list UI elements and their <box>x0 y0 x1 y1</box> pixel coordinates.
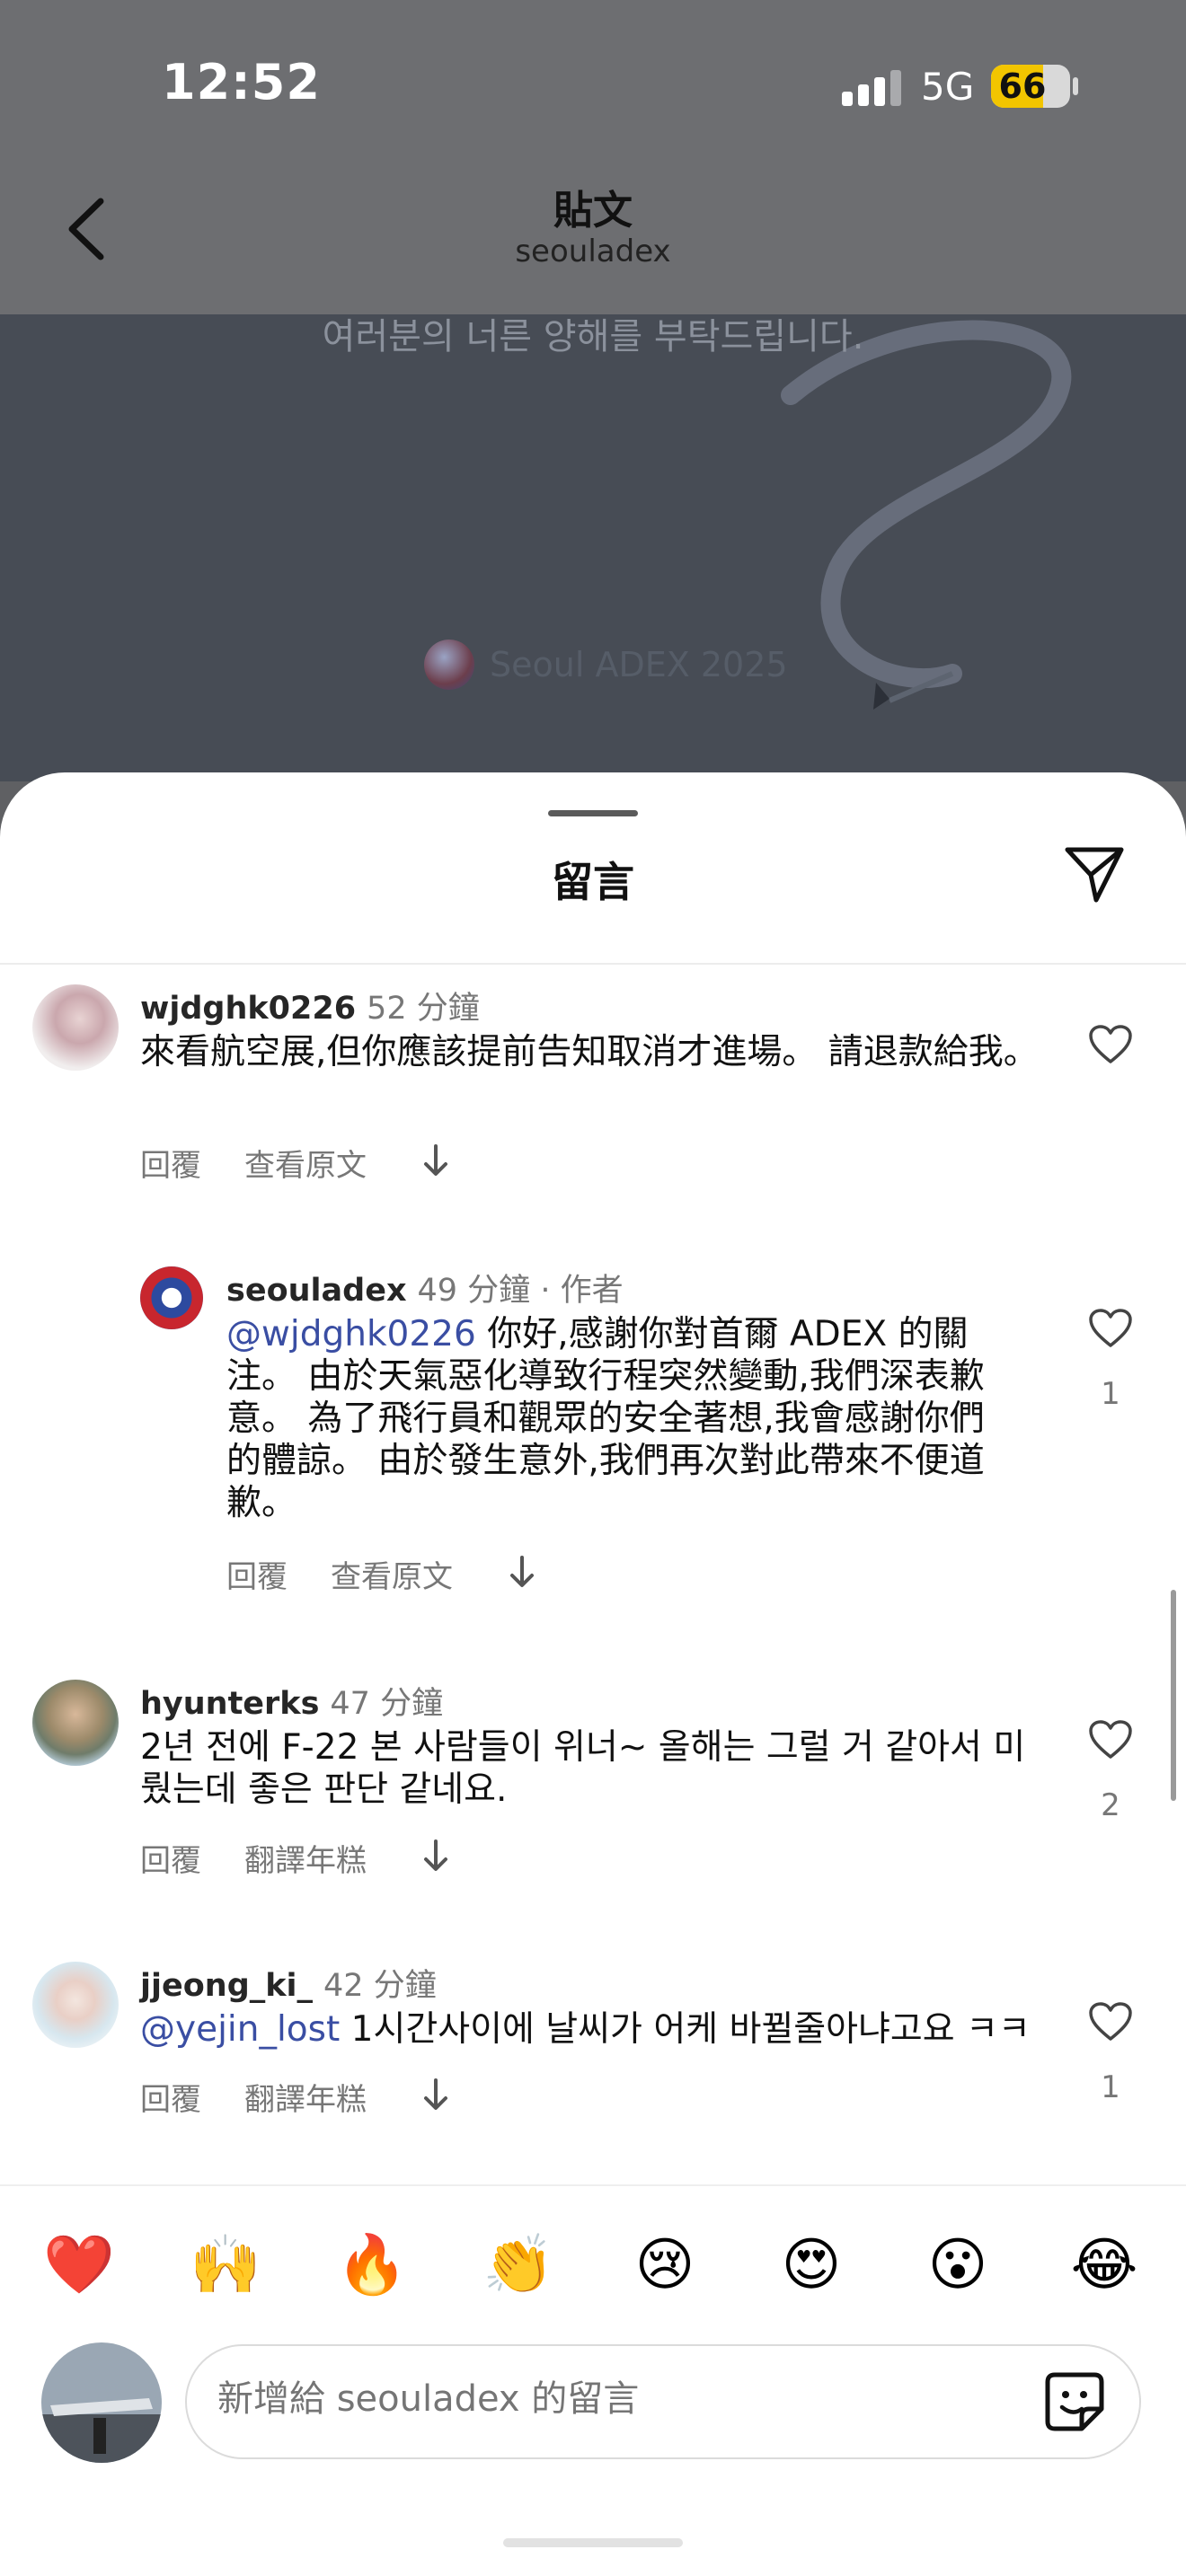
comment-header: jjeong_ki_ 42 分鐘 <box>140 1960 437 2006</box>
emoji-crying-button[interactable]: 😢 <box>629 2229 701 2301</box>
comment-text: @yejin_lost 1시간사이에 날씨가 어케 바뀔줄아냐고요 ㅋㅋ <box>140 2008 1039 2051</box>
like-heart-icon[interactable] <box>1088 1024 1133 1065</box>
reply-button[interactable]: 回覆 <box>140 2082 201 2118</box>
comment-body: 1시간사이에 날씨가 어케 바뀔줄아냐고요 ㅋㅋ <box>340 2009 1031 2050</box>
arrow-down-icon[interactable] <box>420 2077 451 2113</box>
comment-actions: 回覆 查看原文 <box>140 1141 410 1185</box>
emoji-heart-button[interactable]: ❤️ <box>43 2229 115 2301</box>
avatar-image <box>41 2342 162 2463</box>
author-tag: · 作者 <box>530 1273 624 1309</box>
current-user-avatar <box>41 2342 162 2463</box>
comment-actions: 回覆 查看原文 <box>226 1552 496 1596</box>
comment-username[interactable]: seouladex <box>226 1273 407 1309</box>
share-icon[interactable] <box>1062 842 1127 907</box>
like-count: 2 <box>1101 1787 1120 1823</box>
comment-time: 47 分鐘 <box>330 1686 444 1722</box>
mention-link[interactable]: @yejin_lost <box>140 2009 340 2050</box>
comment-body: 來看航空展,但你應該提前告知取消才進場。 請退款給我。 <box>140 1032 1039 1072</box>
smoke-trail-graphic <box>781 320 1072 710</box>
arrow-down-icon[interactable] <box>420 1142 451 1178</box>
translate-button[interactable]: 查看原文 <box>244 1148 367 1184</box>
page-title: 貼文 <box>553 188 633 234</box>
translate-button[interactable]: 翻譯年糕 <box>244 2082 367 2118</box>
page-subtitle: seouladex <box>515 234 671 269</box>
comment-header: seouladex 49 分鐘 · 作者 <box>226 1265 624 1310</box>
comment-text: @wjdghk0226 你好,感謝你對首爾 ADEX 的關注。 由於天氣惡化導致… <box>226 1313 1017 1524</box>
scrollbar[interactable] <box>1171 1590 1176 1801</box>
home-indicator[interactable] <box>503 2538 683 2547</box>
comment-text: 2년 전에 F-22 본 사람들이 위너~ 올해는 그럴 거 같아서 미뤘는데 … <box>140 1726 1039 1811</box>
emoji-fire-button[interactable]: 🔥 <box>336 2229 408 2301</box>
comment-time: 49 分鐘 <box>417 1273 531 1309</box>
emoji-laughing-button[interactable]: 😂 <box>1068 2229 1140 2301</box>
comment-username[interactable]: hyunterks <box>140 1686 319 1722</box>
reply-button[interactable]: 回覆 <box>226 1559 288 1595</box>
comment-time: 42 分鐘 <box>323 1968 437 2004</box>
mention-link[interactable]: @wjdghk0226 <box>226 1314 476 1354</box>
comment-body: 2년 전에 F-22 본 사람들이 위너~ 올해는 그럴 거 같아서 미뤘는데 … <box>140 1727 1026 1810</box>
comment-actions: 回覆 翻譯年糕 <box>140 1836 410 1880</box>
sticker-icon[interactable] <box>1042 2369 1107 2434</box>
arrow-down-icon[interactable] <box>420 1838 451 1874</box>
avatar[interactable] <box>32 984 119 1071</box>
emoji-clap-button[interactable]: 👏 <box>482 2229 554 2301</box>
post-image <box>0 314 1186 781</box>
network-type: 5G <box>921 65 975 109</box>
adex-logo <box>424 640 474 690</box>
translate-button[interactable]: 翻譯年糕 <box>244 1843 367 1879</box>
status-time: 12:52 <box>162 54 321 110</box>
emoji-surprised-button[interactable]: 😮 <box>922 2229 994 2301</box>
image-caption: 여러분의 너른 양해를 부탁드립니다. <box>322 316 864 357</box>
comment-username[interactable]: jjeong_ki_ <box>140 1968 313 2004</box>
avatar[interactable] <box>32 1962 119 2048</box>
image-logo-text: Seoul ADEX 2025 <box>490 645 788 684</box>
like-count: 1 <box>1101 1376 1120 1412</box>
reply-button[interactable]: 回覆 <box>140 1843 201 1879</box>
comment-username[interactable]: wjdghk0226 <box>140 991 356 1027</box>
like-count: 1 <box>1101 2069 1120 2105</box>
like-heart-icon[interactable] <box>1088 2001 1133 2042</box>
comment-text: 來看航空展,但你應該提前告知取消才進場。 請退款給我。 <box>140 1031 1039 1073</box>
comment-actions: 回覆 翻譯年糕 <box>140 2075 410 2119</box>
comment-header: hyunterks 47 分鐘 <box>140 1678 443 1724</box>
battery-tip <box>1073 77 1078 95</box>
comment-input[interactable] <box>217 2378 936 2420</box>
avatar[interactable] <box>32 1680 119 1766</box>
signal-icon <box>842 70 901 106</box>
emoji-heart-eyes-button[interactable]: 😍 <box>775 2229 847 2301</box>
like-heart-icon[interactable] <box>1088 1308 1133 1349</box>
translate-button[interactable]: 查看原文 <box>331 1559 453 1595</box>
sheet-grabber[interactable] <box>548 810 638 816</box>
battery-level: 66 <box>998 66 1047 106</box>
sheet-divider <box>0 963 1186 965</box>
composer-divider <box>0 2184 1186 2186</box>
comment-time: 52 分鐘 <box>367 991 480 1027</box>
avatar[interactable] <box>140 1266 203 1329</box>
like-heart-icon[interactable] <box>1088 1719 1133 1760</box>
emoji-raised-hands-button[interactable]: 🙌 <box>190 2229 261 2301</box>
comment-header: wjdghk0226 52 分鐘 <box>140 983 480 1028</box>
battery-icon: 66 <box>991 65 1070 108</box>
reply-button[interactable]: 回覆 <box>140 1148 201 1184</box>
sheet-title: 留言 <box>552 858 634 906</box>
arrow-down-icon[interactable] <box>507 1554 537 1590</box>
